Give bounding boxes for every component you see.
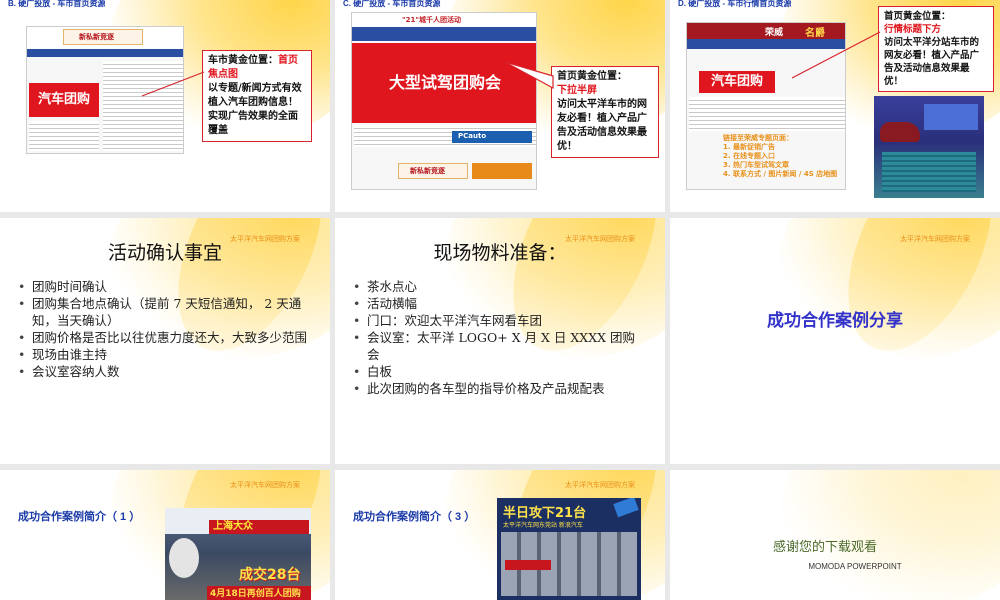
callout-body: 以专题/新闻方式有效植入汽车团购信息！实现广告效果的全面覆盖 xyxy=(208,83,302,136)
link-item: 3. 热门车型试驾文章 xyxy=(723,161,789,169)
slide-3[interactable]: D. 硬广投放 - 车市行情首页资源 荣威 名爵 汽车团购 链接至荣威专题页面：… xyxy=(670,0,1000,212)
homepage-screenshot: "21"城千人团活动 大型试驾团购会 PCauto 新私新竞逐 xyxy=(351,12,537,190)
bullet-item: 会议室：太平洋 LOGO+ X 月 X 日 XXXX 团购会 xyxy=(353,329,645,363)
slide-4[interactable]: 太平洋汽车网团购方案 活动确认事宜 团购时间确认 团购集合地点确认（提前 7 天… xyxy=(0,218,330,464)
link-item: 1. 最新促销广告 xyxy=(723,143,775,151)
callout-box: 首页黄金位置： 下拉半屏 访问太平洋车市的网友必看！植入产品广告及活动信息效果最… xyxy=(551,66,659,158)
links-list: 1. 最新促销广告 2. 在线专题入口 3. 热门车型试驾文章 4. 联系方式 … xyxy=(723,143,837,179)
slide-header: D. 硬广投放 - 车市行情首页资源 xyxy=(678,0,792,8)
photo-caption: 成交28台 xyxy=(239,567,301,583)
case-subtitle: 成功合作案例简介（ 3 ） xyxy=(353,511,476,523)
bullet-item: 团购时间确认 xyxy=(18,278,310,295)
pcauto-label: PCauto xyxy=(458,132,487,140)
slide-header: B. 硬广投放 - 车市首页资源 xyxy=(8,0,106,8)
photo-banner: 上海大众 xyxy=(209,520,309,534)
slide-8[interactable]: 太平洋汽车网团购方案 成功合作案例简介（ 3 ） 半日攻下21台 太平洋汽车网东… xyxy=(335,470,665,600)
ad-brand-text: 新私新竞逐 xyxy=(79,32,114,41)
slide-6[interactable]: 太平洋汽车网团购方案 成功合作案例分享 xyxy=(670,218,1000,464)
callout-pointer xyxy=(141,71,205,97)
link-item: 4. 联系方式 / 图片新闻 / 4S 店地图 xyxy=(723,170,838,178)
slide-9[interactable]: 感谢您的下载观看 MOMODA POWERPOINT xyxy=(670,470,1000,600)
links-title: 链接至荣威专题页面： xyxy=(723,134,793,142)
callout-title: 首页黄金位置： xyxy=(557,71,627,82)
bullet-item: 团购集合地点确认（提前 7 天短信通知， 2 天通知，当天确认） xyxy=(18,295,310,329)
photo-title: 半日攻下21台 xyxy=(503,506,587,521)
section-title: 成功合作案例分享 xyxy=(767,311,903,330)
slide-2[interactable]: C. 硬广投放 - 车市首页资源 "21"城千人团活动 大型试驾团购会 PCau… xyxy=(335,0,665,212)
bullet-item: 茶水点心 xyxy=(353,278,645,295)
slide-tag: 太平洋汽车网团购方案 xyxy=(230,481,300,489)
thanks-title: 感谢您的下载观看 xyxy=(772,540,877,555)
case-subtitle: 成功合作案例简介（ 1 ） xyxy=(18,511,141,523)
slide-5[interactable]: 太平洋汽车网团购方案 现场物料准备： 茶水点心 活动横幅 门口：欢迎太平洋汽车网… xyxy=(335,218,665,464)
callout-body: 访问太平洋分站车市的网友必看！植入产品广告及活动信息效果最优！ xyxy=(884,37,980,87)
slide-title: 活动确认事宜 xyxy=(107,242,222,264)
bullet-item: 门口：欢迎太平洋汽车网看车团 xyxy=(353,312,645,329)
ad-focus-image: 汽车团购 xyxy=(29,83,99,117)
event-photo: 半日攻下21台 太平洋汽车网东莞站 新浪汽车 xyxy=(497,498,641,600)
slide-1[interactable]: B. 硬广投放 - 车市首页资源 新私新竞逐 汽车团购 车市黄金位置：首页焦点图… xyxy=(0,0,330,212)
ad-bottom-text: 新私新竞逐 xyxy=(410,166,445,175)
callout-highlight: 下拉半屏 xyxy=(557,85,597,96)
bullet-item: 现场由谁主持 xyxy=(18,346,310,363)
bullet-item: 此次团购的各车型的指导价格及产品规配表 xyxy=(353,380,645,397)
callout-body: 访问太平洋车市的网友必看！植入产品广告及活动信息效果最优！ xyxy=(557,99,647,152)
callout-box: 车市黄金位置：首页焦点图 以专题/新闻方式有效植入汽车团购信息！实现广告效果的全… xyxy=(202,50,312,142)
slide-tag: 太平洋汽车网团购方案 xyxy=(565,481,635,489)
callout-box: 首页黄金位置： 行情标题下方 访问太平洋分站车市的网友必看！植入产品广告及活动信… xyxy=(878,6,994,92)
ad-roewe: 荣威 xyxy=(765,28,784,38)
callout-pointer xyxy=(791,31,881,79)
ad-top-banner: "21"城千人团活动 xyxy=(402,16,462,24)
decorative-wave xyxy=(780,470,1000,600)
car-ad-image xyxy=(874,96,984,198)
callout-pointer xyxy=(505,61,554,90)
bullet-list: 团购时间确认 团购集合地点确认（提前 7 天短信通知， 2 天通知，当天确认） … xyxy=(18,278,310,380)
bullet-item: 团购价格是否比以往优惠力度还大，大致多少范围 xyxy=(18,329,310,346)
slide-header: C. 硬广投放 - 车市首页资源 xyxy=(343,0,441,8)
bullet-item: 活动横幅 xyxy=(353,295,645,312)
ad-under-title: 汽车团购 xyxy=(699,71,775,93)
bullet-item: 会议室容纳人数 xyxy=(18,363,310,380)
callout-highlight: 行情标题下方 xyxy=(884,24,942,35)
event-photo: 上海大众 成交28台 4月18日再创百人团购会 xyxy=(165,508,311,600)
photo-footer: 4月18日再创百人团购会 xyxy=(207,586,311,600)
callout-title: 车市黄金位置： xyxy=(208,55,278,66)
slide-tag: 太平洋汽车网团购方案 xyxy=(900,235,970,243)
bullet-item: 白板 xyxy=(353,363,645,380)
thanks-subtitle: MOMODA POWERPOINT xyxy=(808,562,902,571)
slide-7[interactable]: 太平洋汽车网团购方案 成功合作案例简介（ 1 ） 上海大众 成交28台 4月18… xyxy=(0,470,330,600)
callout-title: 首页黄金位置： xyxy=(884,11,951,22)
link-item: 2. 在线专题入口 xyxy=(723,152,775,160)
bullet-list: 茶水点心 活动横幅 门口：欢迎太平洋汽车网看车团 会议室：太平洋 LOGO+ X… xyxy=(353,278,645,397)
slide-title: 现场物料准备： xyxy=(433,242,567,264)
photo-sub: 太平洋汽车网东莞站 新浪汽车 xyxy=(503,522,583,529)
